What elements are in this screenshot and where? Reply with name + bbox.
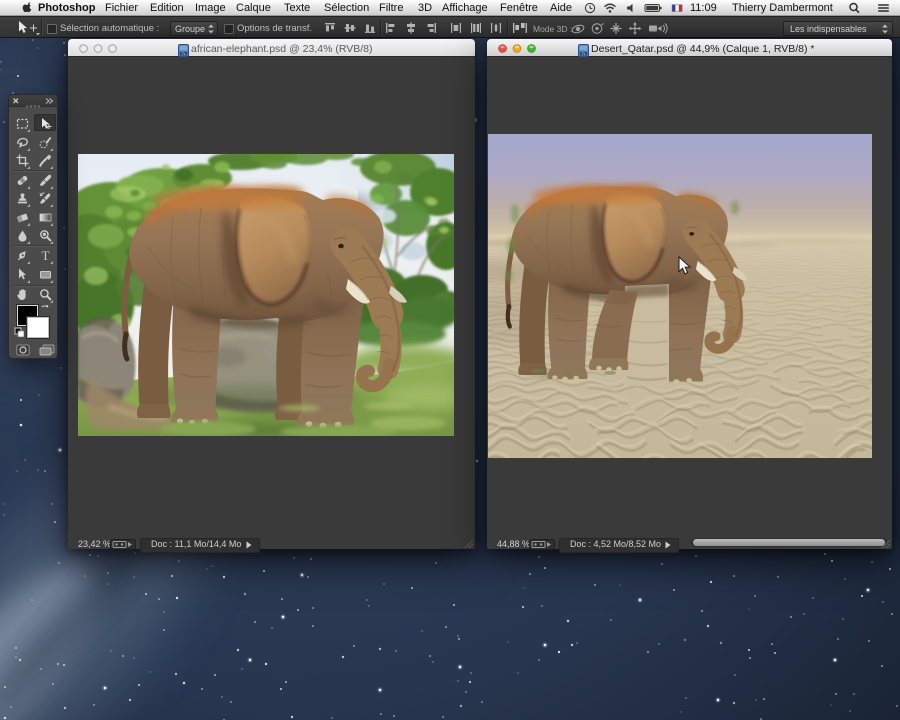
svg-text:Ps: Ps [582,52,586,56]
svg-text:Ps: Ps [182,52,186,56]
svg-text:T: T [42,249,50,262]
